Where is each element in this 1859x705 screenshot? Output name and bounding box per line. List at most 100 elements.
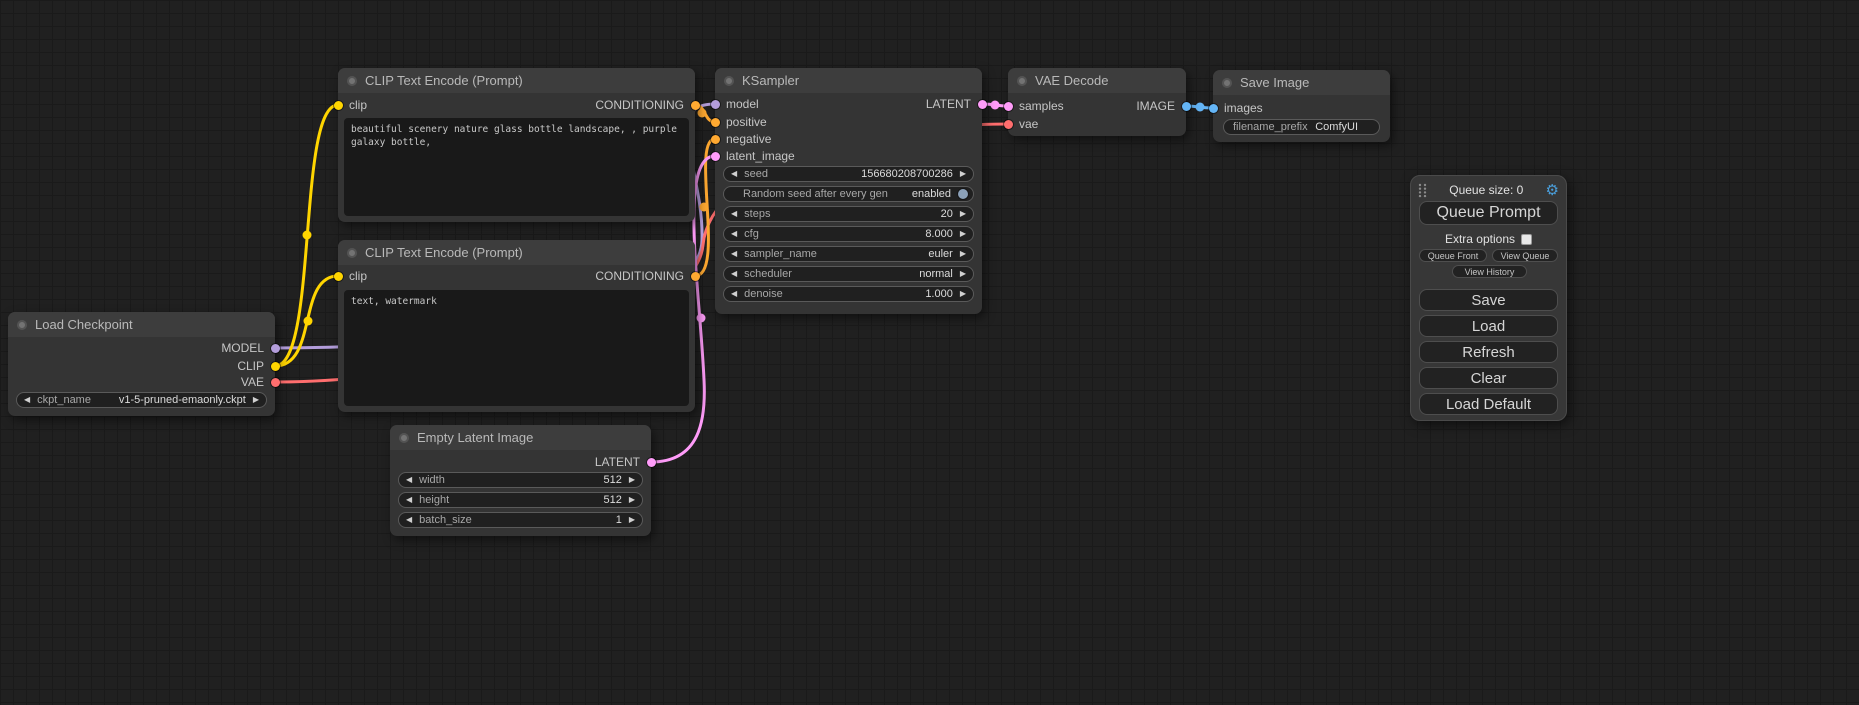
port-dot-latent[interactable] bbox=[711, 152, 720, 161]
link-midpoint-dot bbox=[697, 314, 706, 323]
output-port-vae[interactable]: VAE bbox=[8, 374, 275, 390]
decrement-icon[interactable]: ◀ bbox=[406, 516, 412, 524]
node-vae-decode[interactable]: VAE Decode samples vae IMAGE bbox=[1008, 68, 1186, 136]
filename-prefix-widget[interactable]: filename_prefix ComfyUI bbox=[1223, 119, 1380, 135]
port-dot-model[interactable] bbox=[271, 344, 280, 353]
input-port-vae[interactable]: vae bbox=[1008, 116, 1186, 132]
output-port-clip[interactable]: CLIP bbox=[8, 358, 275, 374]
node-titlebar[interactable]: Save Image bbox=[1213, 70, 1390, 95]
node-titlebar[interactable]: Load Checkpoint bbox=[8, 312, 275, 337]
next-value-icon[interactable]: ▶ bbox=[960, 270, 966, 278]
port-dot-conditioning[interactable] bbox=[711, 118, 720, 127]
prev-value-icon[interactable]: ◀ bbox=[24, 396, 30, 404]
seed-widget[interactable]: ◀ seed 156680208700286 ▶ bbox=[723, 166, 974, 182]
extra-options-checkbox[interactable] bbox=[1521, 234, 1532, 245]
decrement-icon[interactable]: ◀ bbox=[406, 476, 412, 484]
toggle-dot-icon[interactable] bbox=[958, 189, 968, 199]
queue-panel: Queue size: 0 ⚙ Queue Prompt Extra optio… bbox=[1410, 175, 1567, 421]
positive-prompt-textarea[interactable]: beautiful scenery nature glass bottle la… bbox=[344, 118, 689, 216]
increment-icon[interactable]: ▶ bbox=[960, 170, 966, 178]
widget-label: ckpt_name bbox=[37, 394, 91, 406]
node-titlebar[interactable]: KSampler bbox=[715, 68, 982, 93]
increment-icon[interactable]: ▶ bbox=[960, 210, 966, 218]
decrement-icon[interactable]: ◀ bbox=[406, 496, 412, 504]
output-port-model[interactable]: MODEL bbox=[8, 340, 275, 356]
node-titlebar[interactable]: VAE Decode bbox=[1008, 68, 1186, 93]
collapse-icon[interactable] bbox=[1017, 76, 1027, 86]
port-dot-vae[interactable] bbox=[271, 378, 280, 387]
collapse-icon[interactable] bbox=[17, 320, 27, 330]
queue-front-button[interactable]: Queue Front bbox=[1419, 249, 1487, 262]
increment-icon[interactable]: ▶ bbox=[629, 476, 635, 484]
ckpt-name-widget[interactable]: ◀ ckpt_name v1-5-pruned-emaonly.ckpt ▶ bbox=[16, 392, 267, 408]
collapse-icon[interactable] bbox=[1222, 78, 1232, 88]
increment-icon[interactable]: ▶ bbox=[960, 290, 966, 298]
next-value-icon[interactable]: ▶ bbox=[960, 250, 966, 258]
cfg-widget[interactable]: ◀ cfg 8.000 ▶ bbox=[723, 226, 974, 242]
view-history-button[interactable]: View History bbox=[1452, 265, 1527, 278]
negative-prompt-textarea[interactable]: text, watermark bbox=[344, 290, 689, 406]
node-titlebar[interactable]: CLIP Text Encode (Prompt) bbox=[338, 68, 695, 93]
output-port-conditioning[interactable]: CONDITIONING bbox=[338, 268, 695, 284]
decrement-icon[interactable]: ◀ bbox=[731, 230, 737, 238]
decrement-icon[interactable]: ◀ bbox=[731, 210, 737, 218]
width-widget[interactable]: ◀ width 512 ▶ bbox=[398, 472, 643, 488]
node-clip-text-encode-positive[interactable]: CLIP Text Encode (Prompt) clip CONDITION… bbox=[338, 68, 695, 222]
view-queue-button[interactable]: View Queue bbox=[1492, 249, 1558, 262]
input-port-latent-image[interactable]: latent_image bbox=[715, 148, 982, 164]
port-dot-vae[interactable] bbox=[1004, 120, 1013, 129]
sampler-name-widget[interactable]: ◀ sampler_name euler ▶ bbox=[723, 246, 974, 262]
port-dot-clip[interactable] bbox=[271, 362, 280, 371]
port-dot-image[interactable] bbox=[1209, 104, 1218, 113]
collapse-icon[interactable] bbox=[724, 76, 734, 86]
input-port-positive[interactable]: positive bbox=[715, 114, 982, 130]
collapse-icon[interactable] bbox=[347, 76, 357, 86]
node-clip-text-encode-negative[interactable]: CLIP Text Encode (Prompt) clip CONDITION… bbox=[338, 240, 695, 412]
load-default-button[interactable]: Load Default bbox=[1419, 393, 1558, 415]
node-titlebar[interactable]: CLIP Text Encode (Prompt) bbox=[338, 240, 695, 265]
increment-icon[interactable]: ▶ bbox=[629, 496, 635, 504]
output-port-image[interactable]: IMAGE bbox=[1008, 98, 1186, 114]
drag-handle-icon[interactable] bbox=[1418, 183, 1427, 198]
node-titlebar[interactable]: Empty Latent Image bbox=[390, 425, 651, 450]
port-dot-conditioning[interactable] bbox=[691, 101, 700, 110]
next-value-icon[interactable]: ▶ bbox=[253, 396, 259, 404]
refresh-button[interactable]: Refresh bbox=[1419, 341, 1558, 363]
height-widget[interactable]: ◀ height 512 ▶ bbox=[398, 492, 643, 508]
input-port-images[interactable]: images bbox=[1213, 100, 1390, 116]
node-graph-canvas[interactable]: Load Checkpoint MODEL CLIP VAE ◀ ckpt_na… bbox=[0, 0, 1859, 705]
increment-icon[interactable]: ▶ bbox=[629, 516, 635, 524]
node-load-checkpoint[interactable]: Load Checkpoint MODEL CLIP VAE ◀ ckpt_na… bbox=[8, 312, 275, 416]
port-dot-conditioning[interactable] bbox=[691, 272, 700, 281]
steps-widget[interactable]: ◀ steps 20 ▶ bbox=[723, 206, 974, 222]
input-port-negative[interactable]: negative bbox=[715, 131, 982, 147]
random-seed-widget[interactable]: Random seed after every gen enabled bbox=[723, 186, 974, 202]
clear-button[interactable]: Clear bbox=[1419, 367, 1558, 389]
denoise-widget[interactable]: ◀ denoise 1.000 ▶ bbox=[723, 286, 974, 302]
port-dot-conditioning[interactable] bbox=[711, 135, 720, 144]
port-dot-latent[interactable] bbox=[978, 100, 987, 109]
port-dot-latent[interactable] bbox=[647, 458, 656, 467]
decrement-icon[interactable]: ◀ bbox=[731, 170, 737, 178]
prev-value-icon[interactable]: ◀ bbox=[731, 270, 737, 278]
decrement-icon[interactable]: ◀ bbox=[731, 290, 737, 298]
increment-icon[interactable]: ▶ bbox=[960, 230, 966, 238]
output-port-latent[interactable]: LATENT bbox=[390, 454, 651, 470]
scheduler-widget[interactable]: ◀ scheduler normal ▶ bbox=[723, 266, 974, 282]
collapse-icon[interactable] bbox=[399, 433, 409, 443]
load-button[interactable]: Load bbox=[1419, 315, 1558, 337]
port-label: LATENT bbox=[595, 455, 640, 469]
batch-size-widget[interactable]: ◀ batch_size 1 ▶ bbox=[398, 512, 643, 528]
widget-label: cfg bbox=[744, 228, 759, 240]
settings-gear-icon[interactable]: ⚙ bbox=[1546, 183, 1559, 198]
output-port-latent[interactable]: LATENT bbox=[715, 96, 982, 112]
queue-prompt-button[interactable]: Queue Prompt bbox=[1419, 201, 1558, 225]
node-save-image[interactable]: Save Image images filename_prefix ComfyU… bbox=[1213, 70, 1390, 142]
output-port-conditioning[interactable]: CONDITIONING bbox=[338, 97, 695, 113]
save-button[interactable]: Save bbox=[1419, 289, 1558, 311]
port-dot-image[interactable] bbox=[1182, 102, 1191, 111]
node-empty-latent-image[interactable]: Empty Latent Image LATENT ◀ width 512 ▶ … bbox=[390, 425, 651, 536]
collapse-icon[interactable] bbox=[347, 248, 357, 258]
prev-value-icon[interactable]: ◀ bbox=[731, 250, 737, 258]
node-ksampler[interactable]: KSampler model positive negative latent_… bbox=[715, 68, 982, 314]
